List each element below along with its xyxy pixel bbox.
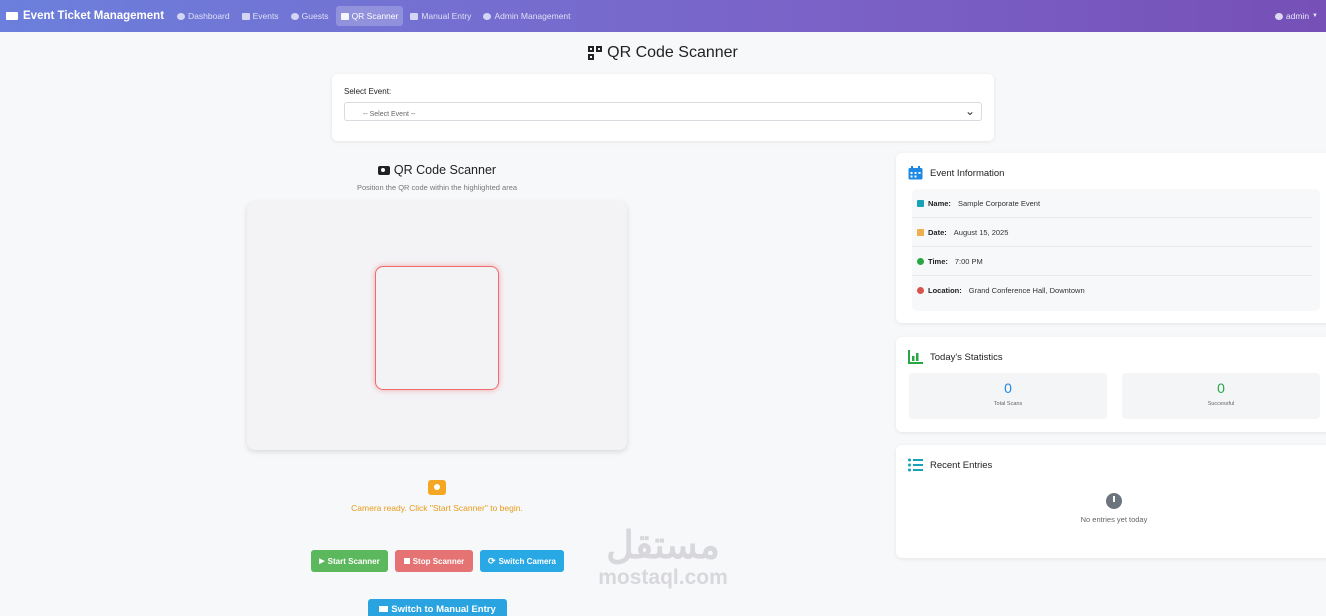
list-icon: [908, 458, 923, 472]
user-cog-icon: [483, 12, 492, 20]
event-select-value: -- Select Event --: [363, 111, 416, 118]
recent-entries-title: Recent Entries: [930, 459, 993, 471]
nav-items: Dashboard Events Guests QR Scanner Manua…: [172, 6, 575, 26]
event-name-value: Sample Corporate Event: [957, 198, 1041, 208]
calendar-icon: [908, 166, 923, 180]
calendar-icon: [917, 228, 924, 236]
total-scans-label: Total Scans: [993, 401, 1023, 407]
stop-scanner-label: Stop Scanner: [412, 556, 465, 566]
top-navbar: Event Ticket Management Dashboard Events…: [0, 0, 1326, 32]
event-name-row: Name: Sample Corporate Event: [912, 189, 1312, 218]
clock-icon: [917, 257, 924, 265]
sync-icon: ⟳: [488, 555, 496, 566]
successful-stat: 0 Successful: [1122, 373, 1320, 419]
statistics-header: Today's Statistics: [896, 337, 1326, 377]
nav-item-admin-management[interactable]: Admin Management: [478, 6, 575, 26]
user-menu[interactable]: admin ▼: [1274, 0, 1318, 32]
switch-camera-label: Switch Camera: [498, 556, 556, 566]
event-information-title: Event Information: [930, 167, 1005, 179]
scanner-subtitle: Position the QR code within the highligh…: [356, 183, 518, 192]
tag-icon: [917, 199, 924, 207]
start-scanner-label: Start Scanner: [327, 556, 380, 566]
users-icon: [290, 12, 299, 20]
event-location-label: Location:: [928, 286, 962, 295]
nav-item-guests[interactable]: Guests: [286, 6, 334, 26]
scanner-status: Camera ready. Click "Start Scanner" to b…: [351, 503, 523, 513]
start-scanner-button[interactable]: ▶ Start Scanner: [311, 550, 388, 572]
scanner-viewport: [247, 201, 627, 450]
mostaql-watermark: مستقل mostaql.com: [582, 525, 744, 605]
nav-item-label: Guests: [301, 11, 329, 21]
switch-camera-button[interactable]: ⟳ Switch Camera: [480, 550, 564, 572]
event-time-row: Time: 7:00 PM: [912, 247, 1312, 276]
play-icon: ▶: [319, 558, 325, 565]
event-date-label: Date:: [928, 227, 947, 237]
watermark-arabic: مستقل: [606, 525, 720, 567]
nav-item-label: QR Scanner: [351, 11, 399, 21]
scanner-title: QR Code Scanner: [247, 163, 627, 177]
page-title: QR Code Scanner: [0, 44, 1326, 62]
calendar-icon: [241, 12, 250, 20]
camera-icon: [340, 12, 349, 20]
scan-frame: [375, 266, 499, 390]
dashboard-icon: [177, 12, 186, 20]
event-info-list: Name: Sample Corporate Event Date: Augus…: [912, 189, 1320, 311]
event-date-value: August 15, 2025: [953, 227, 1009, 237]
successful-label: Successful: [1207, 401, 1235, 407]
caret-down-icon: ▼: [1312, 13, 1318, 19]
nav-item-qr-scanner[interactable]: QR Scanner: [335, 6, 404, 26]
statistics-title: Today's Statistics: [930, 351, 1003, 363]
chart-bar-icon: [908, 350, 923, 364]
event-location-row: Location: Grand Conference Hall, Downtow…: [912, 276, 1312, 305]
qrcode-icon: [588, 46, 603, 60]
keyboard-icon: [379, 606, 389, 612]
event-location-value: Grand Conference Hall, Downtown: [968, 286, 1085, 295]
nav-item-label: Manual Entry: [421, 11, 472, 21]
nav-item-label: Events: [252, 11, 279, 21]
todays-statistics-card: Today's Statistics 0 Total Scans 0 Succe…: [896, 337, 1326, 432]
event-select-card: Select Event: -- Select Event -- ⌄: [332, 74, 994, 141]
total-scans-stat: 0 Total Scans: [909, 373, 1107, 419]
scanner-title-text: QR Code Scanner: [393, 163, 497, 177]
nav-item-events[interactable]: Events: [237, 6, 284, 26]
event-time-value: 7:00 PM: [954, 256, 983, 266]
watermark-latin: mostaql.com: [598, 566, 728, 589]
nav-item-dashboard[interactable]: Dashboard: [172, 6, 235, 26]
map-marker-icon: [917, 287, 924, 294]
nav-item-label: Dashboard: [188, 11, 230, 21]
camera-status-icon: [428, 480, 446, 495]
recent-entries-card: Recent Entries No entries yet today: [896, 445, 1326, 558]
event-select[interactable]: -- Select Event -- ⌄: [344, 102, 982, 121]
total-scans-value: 0: [1004, 380, 1012, 396]
event-time-label: Time:: [928, 256, 948, 266]
event-select-label: Select Event:: [344, 87, 392, 96]
keyboard-icon: [410, 12, 419, 20]
recent-entries-empty: No entries yet today: [1080, 515, 1148, 524]
event-information-header: Event Information: [896, 153, 1326, 193]
page-title-text: QR Code Scanner: [607, 44, 738, 61]
brand[interactable]: Event Ticket Management: [6, 10, 164, 22]
event-date-row: Date: August 15, 2025: [912, 218, 1312, 247]
recent-entries-header: Recent Entries: [896, 445, 1326, 485]
event-name-label: Name:: [928, 198, 951, 208]
ticket-icon: [6, 12, 18, 20]
successful-value: 0: [1217, 380, 1225, 396]
stop-scanner-button[interactable]: Stop Scanner: [395, 550, 473, 572]
brand-label: Event Ticket Management: [23, 10, 165, 22]
switch-to-manual-entry-label: Switch to Manual Entry: [391, 604, 496, 615]
clock-icon: [1106, 493, 1122, 509]
nav-item-manual-entry[interactable]: Manual Entry: [405, 6, 476, 26]
chevron-down-icon: ⌄: [964, 104, 975, 118]
camera-icon: [377, 165, 390, 175]
stop-icon: [403, 558, 410, 564]
nav-item-label: Admin Management: [494, 11, 571, 21]
switch-to-manual-entry-button[interactable]: Switch to Manual Entry: [368, 599, 507, 616]
user-name: admin: [1285, 11, 1310, 21]
user-icon: [1274, 12, 1283, 20]
